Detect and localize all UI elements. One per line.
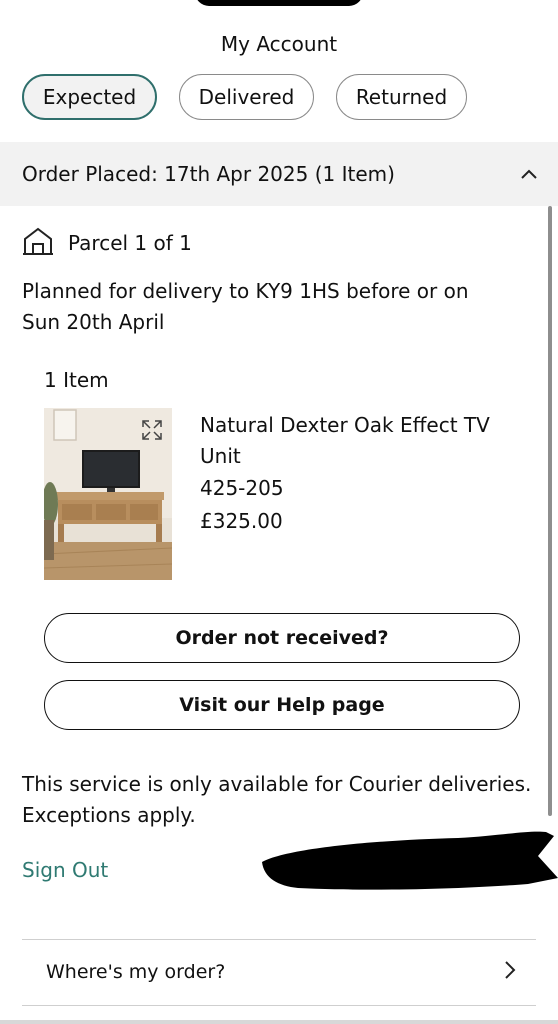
tab-expected[interactable]: Expected [22, 74, 157, 120]
divider [22, 1005, 536, 1006]
product-code: 425-205 [200, 476, 284, 500]
page-title: My Account [220, 32, 338, 56]
chevron-up-icon[interactable] [518, 163, 540, 185]
product-price: £325.00 [200, 509, 283, 533]
parcel-row: Parcel 1 of 1 [22, 226, 192, 260]
tab-delivered[interactable]: Delivered [179, 74, 314, 120]
item-count: 1 Item [44, 368, 109, 392]
scrollbar[interactable] [548, 206, 552, 816]
order-placed-label: Order Placed: 17th Apr 2025 (1 Item) [22, 162, 395, 186]
wheres-my-order-row[interactable]: Where's my order? [22, 940, 536, 1004]
product-name[interactable]: Natural Dexter Oak Effect TV Unit [200, 410, 520, 472]
wheres-my-order-label: Where's my order? [46, 961, 226, 983]
redaction-mark [258, 826, 558, 892]
parcel-label: Parcel 1 of 1 [68, 231, 192, 255]
house-icon [22, 226, 54, 260]
product-image[interactable] [44, 408, 172, 580]
expand-icon[interactable] [140, 418, 164, 442]
device-notch [195, 0, 363, 6]
chevron-right-icon [504, 960, 516, 984]
delivery-note: Planned for delivery to KY9 1HS before o… [22, 279, 469, 334]
visit-help-page-button[interactable]: Visit our Help page [44, 680, 520, 730]
bottom-edge [0, 1020, 558, 1024]
order-not-received-button[interactable]: Order not received? [44, 613, 520, 663]
order-header[interactable]: Order Placed: 17th Apr 2025 (1 Item) [0, 142, 558, 206]
order-status-tabs: Expected Delivered Returned [22, 74, 467, 120]
product-info: Natural Dexter Oak Effect TV Unit 425-20… [200, 410, 520, 538]
sign-out-link[interactable]: Sign Out [22, 858, 108, 882]
service-note: This service is only available for Couri… [22, 772, 532, 827]
tab-returned[interactable]: Returned [336, 74, 467, 120]
